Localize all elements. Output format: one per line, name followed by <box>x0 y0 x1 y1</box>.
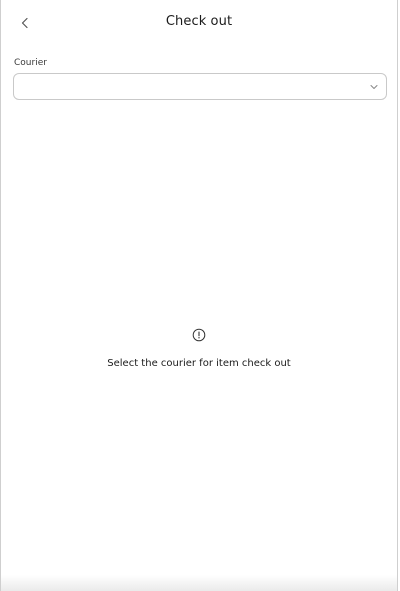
info-circle-icon <box>192 328 206 342</box>
header-bar: Check out <box>1 0 397 46</box>
chevron-down-icon <box>370 85 378 89</box>
checkout-screen: Check out Courier Select the courier for… <box>0 0 398 591</box>
courier-select[interactable] <box>13 73 387 100</box>
empty-state-message: Select the courier for item check out <box>107 358 291 369</box>
page-title: Check out <box>165 14 233 29</box>
courier-label: Courier <box>14 58 47 68</box>
empty-state: Select the courier for item check out <box>1 327 397 369</box>
bottom-shadow <box>1 575 397 591</box>
